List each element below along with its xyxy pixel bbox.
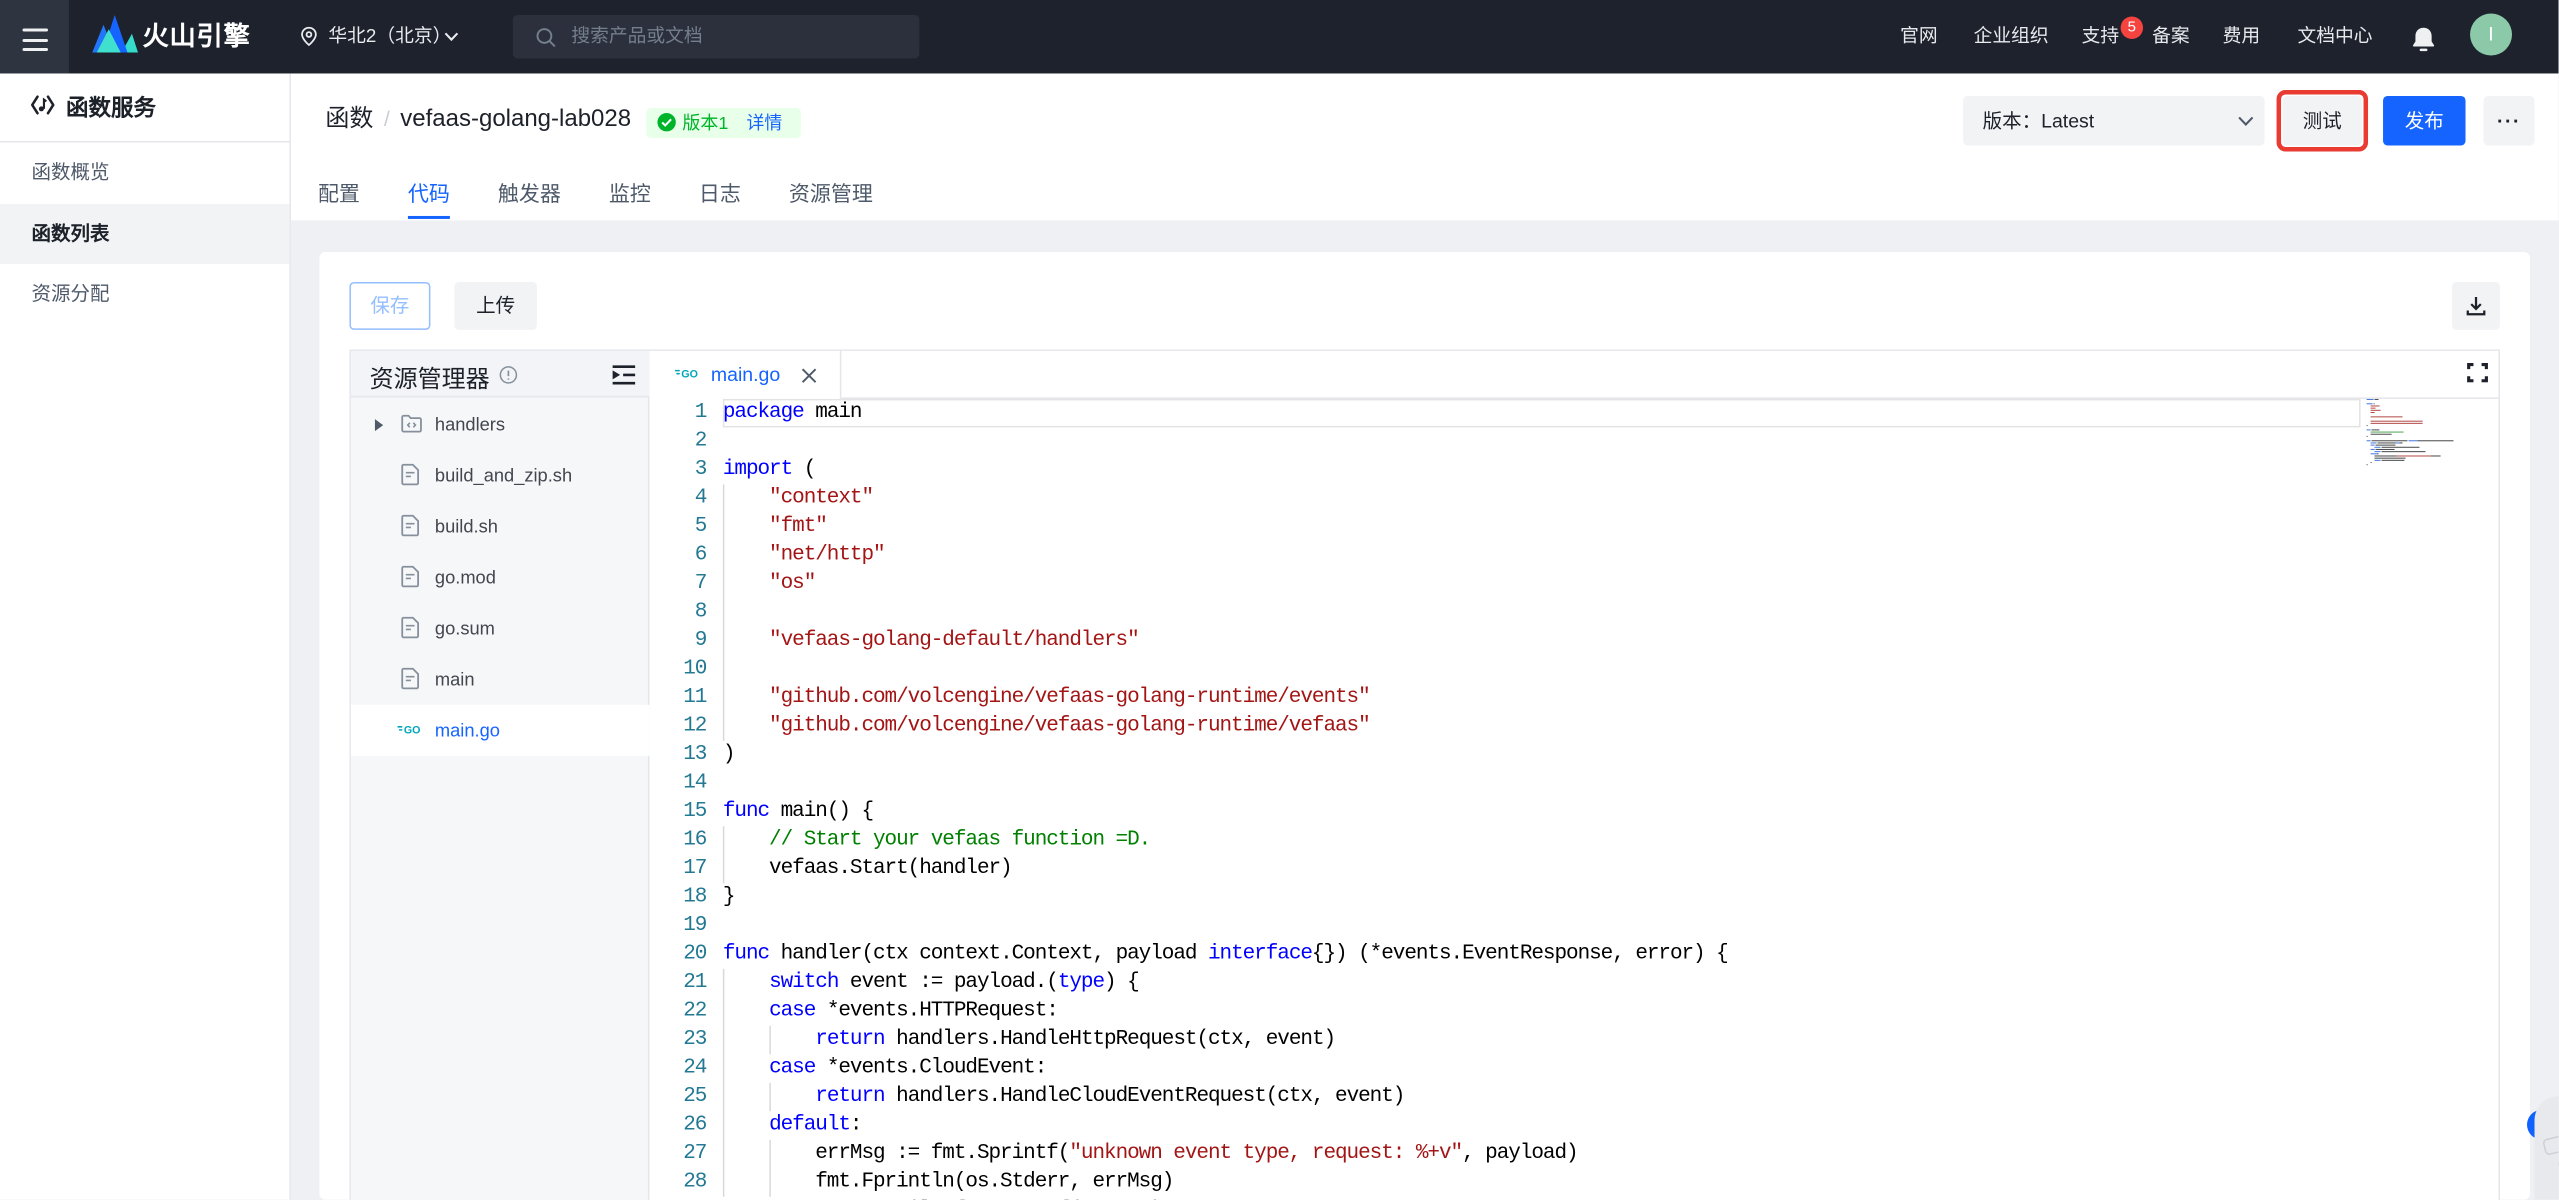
svg-text:GO: GO	[403, 725, 420, 737]
svg-text:GO: GO	[681, 368, 698, 380]
